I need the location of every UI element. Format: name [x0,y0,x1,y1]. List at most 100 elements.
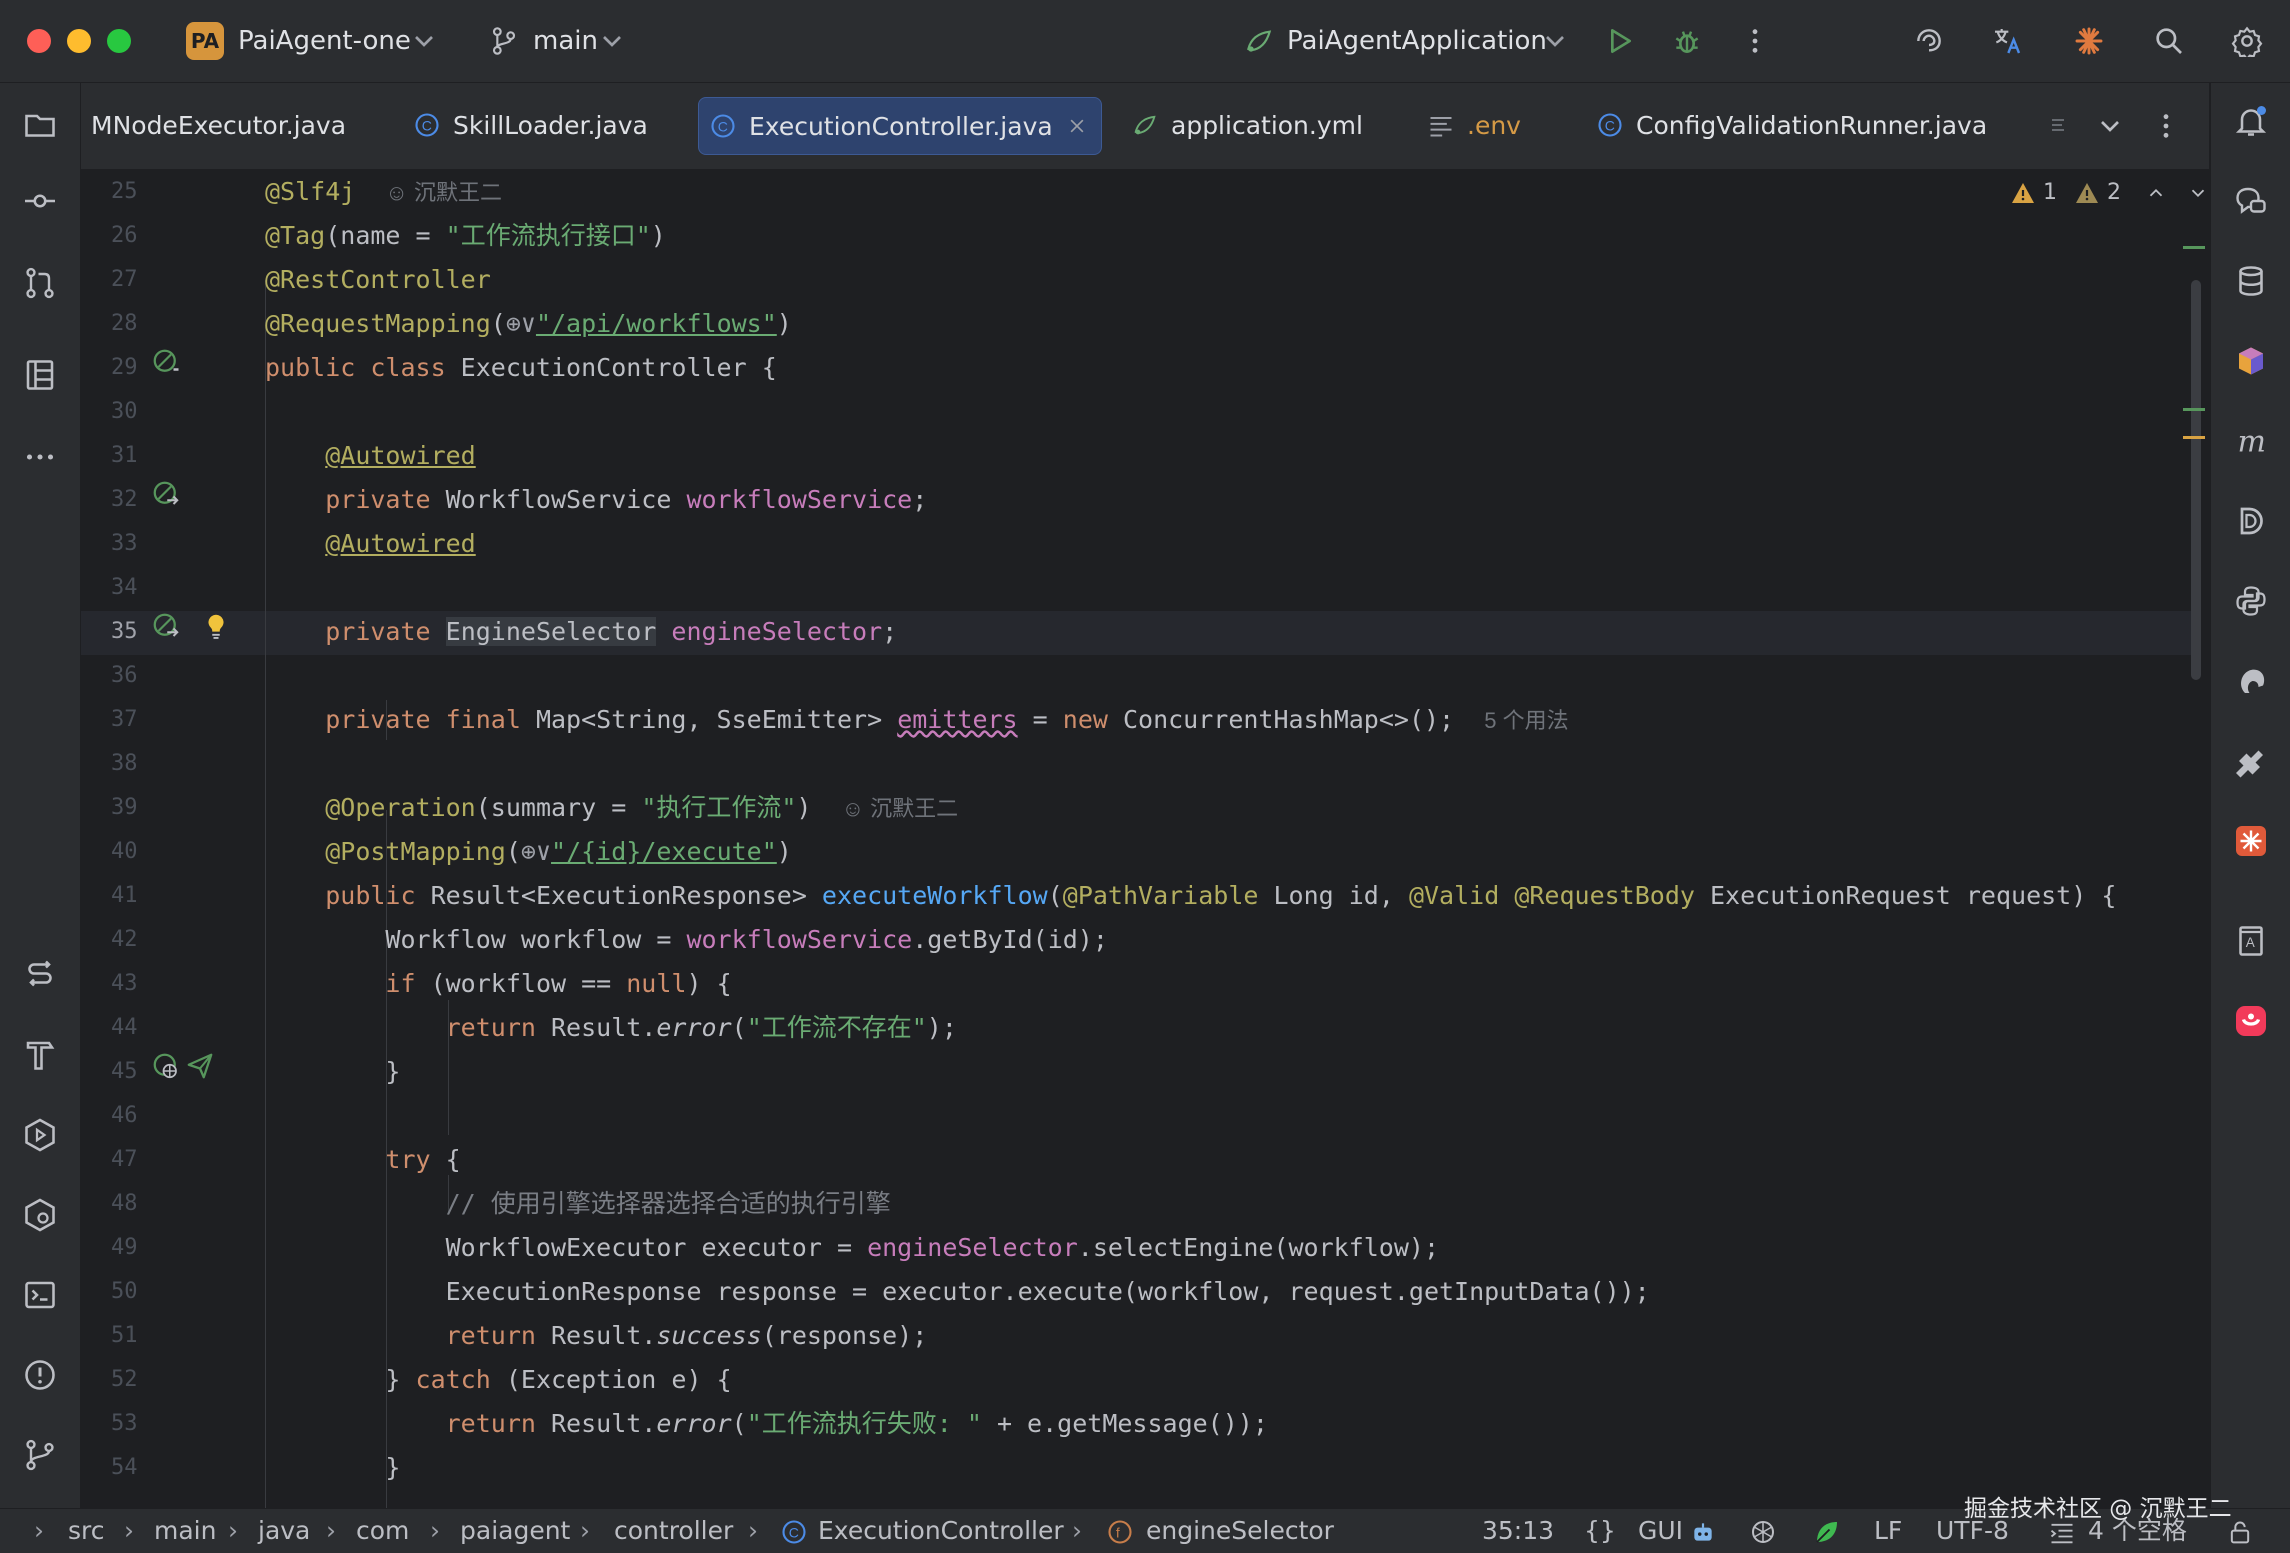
breadcrumb-item[interactable]: paiagent [460,1509,570,1553]
tab-env[interactable]: .env [1417,97,1531,153]
pull-requests-icon[interactable] [18,261,62,305]
lightbulb-icon[interactable] [201,611,231,641]
text-file-icon[interactable] [2041,107,2079,145]
maximize-window-button[interactable] [107,29,131,53]
inspection-widget[interactable]: 1 2 [2011,180,2209,205]
tab-skillloader[interactable]: C SkillLoader.java [403,97,658,153]
debug-icon[interactable] [1668,22,1706,60]
tools-app-icon[interactable] [2229,819,2273,863]
svg-text:C: C [789,1524,799,1540]
tab-options-icon[interactable] [2147,107,2185,145]
gradle-icon[interactable] [2229,659,2273,703]
plugin-cube-icon[interactable] [2229,339,2273,383]
minimize-window-button[interactable] [67,29,91,53]
git-icon[interactable] [18,1433,62,1477]
code-text: ConcurrentHashMap<>(); [1107,705,1455,734]
usages-hint[interactable]: 5 个用法 [1484,708,1568,733]
ai-assistant-icon[interactable] [1910,22,1948,60]
project-name[interactable]: PaiAgent-one [238,26,411,56]
status-bar: › src › main › java › com › paiagent › c… [0,1496,2290,1553]
search-icon[interactable] [2150,22,2188,60]
code-text: } [385,1365,416,1394]
url-literal[interactable]: "/{id}/execute" [551,837,777,866]
terminal-icon[interactable] [18,1273,62,1317]
structure-icon[interactable] [18,353,62,397]
puzzle-icon[interactable] [2229,739,2273,783]
close-window-button[interactable] [27,29,51,53]
breadcrumb-item[interactable]: ExecutionController [818,1509,1064,1553]
code-text: ) { [686,969,732,998]
claude-icon[interactable] [2070,22,2108,60]
line-number: 42 [111,927,138,952]
tab-executioncontroller[interactable]: C ExecutionController.java [698,97,1102,155]
breadcrumb-item[interactable]: controller [614,1509,733,1553]
close-tab-icon[interactable] [1067,116,1087,136]
caret-position[interactable]: 35:13 [1482,1509,1554,1553]
annotation: @Slf4j [265,177,356,206]
database-icon[interactable] [2229,259,2273,303]
chevron-down-icon[interactable] [593,22,631,60]
tab-application-yml[interactable]: application.yml [1121,97,1373,153]
red-plugin-icon[interactable] [2229,999,2273,1043]
line-separator[interactable]: LF [1874,1509,1902,1553]
author-hint[interactable]: ☺ 沉默王二 [385,180,502,205]
chevron-up-icon[interactable] [2145,182,2167,204]
class-name: ExecutionController { [445,353,777,382]
run-tool-icon[interactable] [18,1113,62,1157]
settings-icon[interactable] [2228,22,2266,60]
vertical-scrollbar[interactable] [2191,280,2201,680]
build-icon[interactable] [18,1033,62,1077]
chevron-right-icon: › [34,1516,44,1545]
more-tool-windows-icon[interactable] [18,435,62,479]
project-badge[interactable]: PA [186,22,224,60]
more-actions-icon[interactable] [1736,22,1774,60]
url-literal[interactable]: "/api/workflows" [536,309,777,338]
svg-text:m: m [2238,425,2266,460]
services-icon[interactable] [18,953,62,997]
leaf-icon[interactable] [1812,1517,1842,1547]
run-icon[interactable] [1600,22,1638,60]
branch-name[interactable]: main [533,26,598,56]
openai-icon[interactable] [1748,1517,1778,1547]
translate-icon[interactable] [1988,22,2026,60]
python-icon[interactable] [2229,579,2273,623]
spring-bean-icon[interactable] [151,347,181,377]
breadcrumb-item[interactable]: com [356,1509,409,1553]
breadcrumb-item[interactable]: src [68,1509,105,1553]
lock-icon[interactable] [2226,1519,2254,1547]
chevron-down-icon[interactable] [1536,22,1574,60]
web-endpoint-icon[interactable] [151,1051,181,1081]
chevron-down-icon[interactable] [2187,182,2209,204]
globe-icon[interactable]: ⊕∨ [521,837,551,866]
breadcrumb-item[interactable]: java [258,1509,310,1553]
project-folder-icon[interactable] [18,103,62,147]
braces-icon[interactable]: {} [1584,1509,1616,1553]
ai-chat-icon[interactable] [2229,179,2273,223]
robot-icon[interactable] [1690,1519,1716,1545]
endpoints-icon[interactable] [18,1193,62,1237]
problems-icon[interactable] [18,1353,62,1397]
d-plugin-icon[interactable] [2229,499,2273,543]
globe-icon[interactable]: ⊕∨ [506,309,536,338]
author-hint[interactable]: ☺ 沉默王二 [842,796,959,821]
field-name: emitters [897,705,1018,734]
scroll-marker [2183,246,2205,249]
run-configuration[interactable]: PaiAgentApplication [1287,26,1547,56]
tab-mnodeexecutor[interactable]: MNodeExecutor.java [81,97,356,153]
autowired-bean-icon[interactable] [151,611,181,641]
send-request-icon[interactable] [185,1051,215,1081]
commit-icon[interactable] [18,179,62,223]
autowired-bean-icon[interactable] [151,479,181,509]
gui-indicator[interactable]: GUI [1638,1509,1683,1553]
notifications-icon[interactable] [2229,99,2273,143]
tab-configvalidationrunner[interactable]: C ConfigValidationRunner.java [1586,97,1997,153]
breadcrumb-item[interactable]: main [154,1509,216,1553]
breadcrumb-item[interactable]: engineSelector [1146,1509,1334,1553]
dictionary-icon[interactable]: A [2229,919,2273,963]
maven-icon[interactable]: m [2229,419,2273,463]
chevron-down-icon[interactable] [405,22,443,60]
field-name: engineSelector [671,617,883,646]
chevron-down-icon[interactable] [2091,107,2129,145]
line-number: 36 [111,663,138,688]
code-editor[interactable]: 1 2 25 26 27 28 29 30 31 32 33 34 35 36 … [81,170,2209,1508]
